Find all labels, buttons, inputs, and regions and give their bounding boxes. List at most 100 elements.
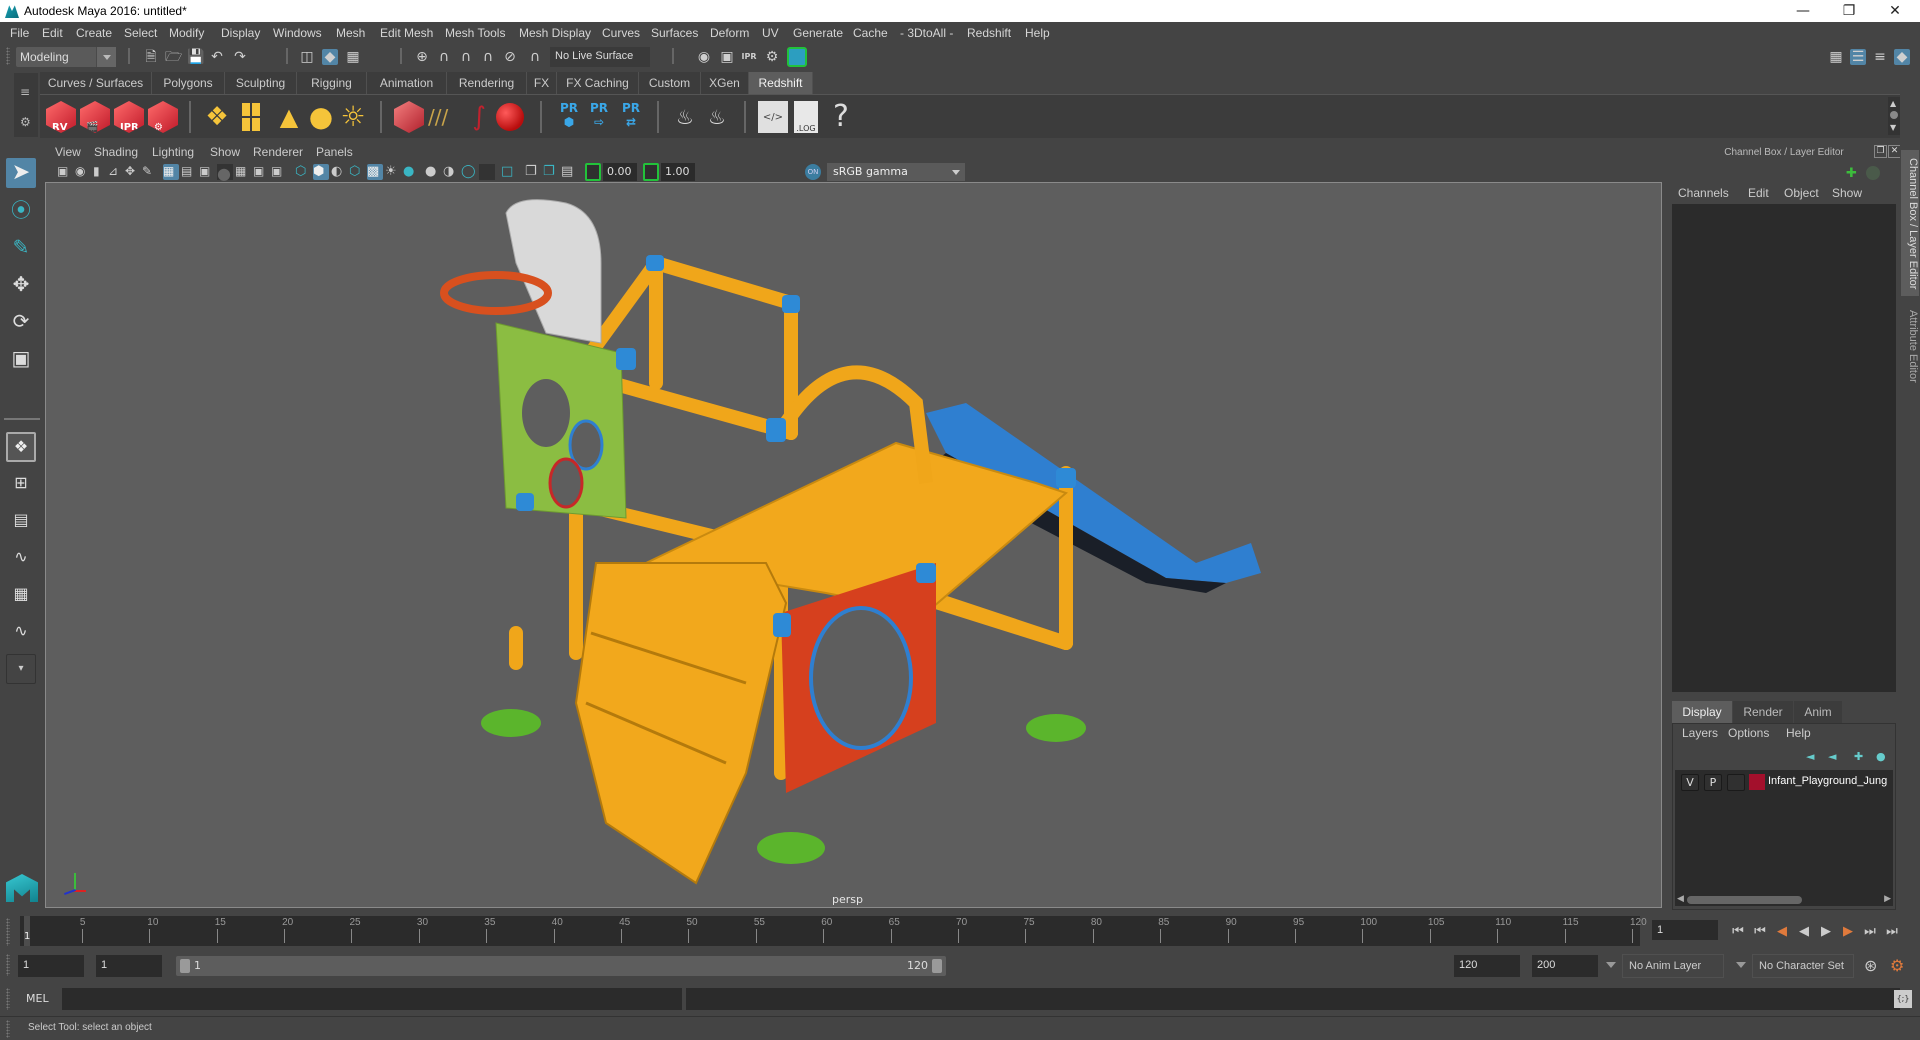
- redshift-area-light-icon[interactable]: ❖: [202, 101, 232, 133]
- manipulator-icon[interactable]: ✚: [1846, 166, 1857, 181]
- tab-animation[interactable]: Animation: [367, 72, 447, 94]
- range-slider[interactable]: 1 120: [176, 956, 946, 976]
- grease-pencil-icon[interactable]: ✎: [142, 164, 158, 180]
- wireframe-on-shaded-icon[interactable]: ◐: [331, 164, 347, 180]
- menu-surfaces[interactable]: Surfaces: [651, 26, 698, 40]
- play-backwards-icon[interactable]: ◀: [1796, 924, 1812, 940]
- resolution-gate-icon[interactable]: ▣: [199, 164, 215, 180]
- outliner-persp-layout-icon[interactable]: ▤: [6, 505, 36, 535]
- new-empty-layer-icon[interactable]: ✚: [1854, 750, 1863, 763]
- make-live-icon[interactable]: ∩: [527, 49, 543, 65]
- go-to-start-icon[interactable]: ⏮: [1730, 924, 1746, 940]
- isolate-select-icon[interactable]: □: [501, 164, 517, 180]
- persp-outliner-graph-layout-icon[interactable]: ∿: [6, 616, 36, 646]
- render-frame-icon[interactable]: ▣: [719, 49, 735, 65]
- use-all-lights-icon[interactable]: ☀: [385, 164, 401, 180]
- time-slider[interactable]: 1 5 10 15 20 25 30 35 40 45 50 55 60 65 70 75 80 85 90 95 1…: [20, 916, 1647, 946]
- layer-color-swatch[interactable]: [1749, 774, 1765, 790]
- layer-playback-toggle[interactable]: P: [1704, 774, 1722, 791]
- redshift-ipr-icon[interactable]: IPR: [114, 101, 144, 133]
- panel-menu-renderer[interactable]: Renderer: [253, 145, 303, 159]
- xray-joints-icon[interactable]: ❐: [525, 164, 541, 180]
- redshift-render-settings-icon[interactable]: ⚙: [148, 101, 178, 133]
- side-tab-channel-box[interactable]: Channel Box / Layer Editor: [1901, 150, 1919, 296]
- menu-3dtoall[interactable]: - 3DtoAll -: [900, 26, 953, 40]
- more-layouts-button[interactable]: ▾: [6, 654, 36, 684]
- menu-deform[interactable]: Deform: [710, 26, 749, 40]
- status-line-grip[interactable]: [6, 47, 10, 65]
- helpline-grip[interactable]: [6, 1020, 10, 1038]
- redshift-help-icon[interactable]: ?: [826, 101, 856, 133]
- redshift-matte-properties-icon[interactable]: PR ⇄: [616, 101, 646, 133]
- redshift-volume-icon[interactable]: ∫: [464, 101, 494, 133]
- step-back-key-icon[interactable]: ⏮: [1752, 924, 1768, 940]
- step-forward-key-icon[interactable]: ⏭: [1862, 924, 1878, 940]
- color-management-toggle-icon[interactable]: ON: [805, 164, 821, 180]
- minimize-button[interactable]: —: [1780, 0, 1826, 22]
- save-scene-icon[interactable]: 💾: [187, 49, 204, 65]
- redshift-bake-set-icon[interactable]: ♨: [702, 101, 732, 133]
- grid-toggle-icon[interactable]: ▦: [163, 164, 179, 180]
- textured-icon[interactable]: ▩: [367, 164, 383, 180]
- scroll-left-icon[interactable]: ◀: [1677, 894, 1684, 904]
- shelf-settings-icon[interactable]: ⚙: [20, 115, 31, 129]
- backface-culling-icon[interactable]: ▤: [561, 164, 577, 180]
- perspective-viewport[interactable]: persp: [45, 182, 1662, 908]
- move-layer-down-icon[interactable]: ◄: [1828, 750, 1836, 763]
- cmdline-grip[interactable]: [6, 988, 10, 1010]
- move-tool-icon[interactable]: ✥: [6, 269, 36, 299]
- current-frame-field[interactable]: 1: [1652, 920, 1718, 940]
- playback-end-field[interactable]: 120: [1454, 955, 1520, 977]
- gate-mask-icon[interactable]: ●: [217, 164, 233, 183]
- menu-cache[interactable]: Cache: [853, 26, 888, 40]
- select-by-object-icon[interactable]: ◆: [322, 49, 338, 65]
- redshift-object-properties-icon[interactable]: PR ⬢: [554, 101, 584, 133]
- menu-uv[interactable]: UV: [762, 26, 779, 40]
- lasso-tool-icon[interactable]: ⦿: [6, 195, 36, 225]
- persp-graph-layout-icon[interactable]: ∿: [6, 542, 36, 572]
- script-editor-icon[interactable]: {;}: [1894, 990, 1912, 1008]
- select-by-hierarchy-icon[interactable]: ◫: [299, 49, 315, 65]
- redshift-proxy-icon[interactable]: [394, 101, 424, 133]
- tab-polygons[interactable]: Polygons: [152, 72, 225, 94]
- live-surface-field[interactable]: No Live Surface: [550, 47, 650, 67]
- cb-menu-edit[interactable]: Edit: [1748, 186, 1769, 200]
- gamma-toggle-icon[interactable]: [643, 163, 659, 181]
- close-button[interactable]: ✕: [1872, 0, 1918, 22]
- script-language-toggle[interactable]: MEL: [26, 992, 49, 1005]
- cb-menu-show[interactable]: Show: [1832, 186, 1862, 200]
- tool-settings-toggle-icon[interactable]: ≡: [1872, 49, 1888, 65]
- render-settings-icon[interactable]: ⚙: [764, 49, 780, 65]
- render-view-icon[interactable]: ◉: [696, 49, 712, 65]
- menu-edit-mesh[interactable]: Edit Mesh: [380, 26, 433, 40]
- anim-layer-options-icon[interactable]: [1606, 962, 1616, 973]
- auto-key-icon[interactable]: ⊛: [1864, 956, 1877, 975]
- snap-to-view-planes-icon[interactable]: ⊘: [502, 49, 518, 65]
- color-space-dropdown[interactable]: sRGB gamma: [827, 163, 965, 181]
- command-input[interactable]: [62, 988, 682, 1010]
- redshift-log-icon[interactable]: .LOG: [794, 101, 818, 133]
- scroll-right-icon[interactable]: ▶: [1884, 894, 1891, 904]
- menu-file[interactable]: File: [10, 26, 29, 40]
- layer-menu-options[interactable]: Options: [1728, 726, 1769, 740]
- range-grip[interactable]: [6, 954, 10, 976]
- panel-menu-view[interactable]: View: [55, 145, 81, 159]
- tab-fx-caching[interactable]: FX Caching: [557, 72, 639, 94]
- float-panel-icon[interactable]: ❐: [1874, 145, 1887, 158]
- xray-icon[interactable]: ⬡: [349, 164, 365, 180]
- gamma-field[interactable]: 1.00: [661, 163, 695, 181]
- anti-aliasing-icon[interactable]: ◯: [461, 164, 477, 180]
- menu-help[interactable]: Help: [1025, 26, 1050, 40]
- timeline-grip[interactable]: [6, 918, 10, 946]
- scroll-thumb[interactable]: [1687, 896, 1802, 904]
- hypershade-persp-layout-icon[interactable]: ▦: [6, 579, 36, 609]
- bookmarks-icon[interactable]: ▮: [93, 164, 109, 180]
- four-view-layout-icon[interactable]: ⊞: [6, 468, 36, 498]
- character-set-dropdown[interactable]: No Character Set: [1752, 954, 1854, 978]
- tab-redshift[interactable]: Redshift: [749, 72, 813, 94]
- redshift-batch-render-icon[interactable]: 🎬: [80, 101, 110, 133]
- cb-menu-object[interactable]: Object: [1784, 186, 1819, 200]
- shelf-scrollbar[interactable]: ▲ ▼: [1888, 97, 1900, 135]
- depth-of-field-icon[interactable]: [479, 164, 495, 180]
- safe-title-icon[interactable]: ▣: [271, 164, 287, 180]
